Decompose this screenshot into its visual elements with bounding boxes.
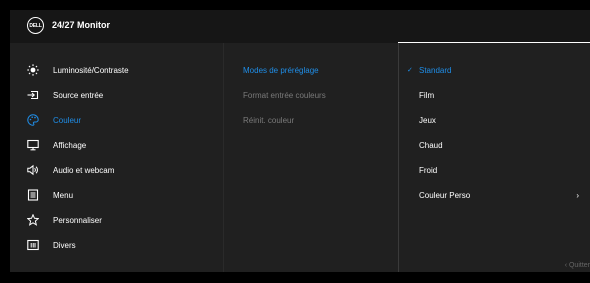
quit-label: Quitter — [568, 262, 590, 269]
brightness-icon — [26, 63, 40, 77]
main-menu: Luminosité/Contraste Source entrée Coule… — [10, 43, 223, 272]
menu-item-label: Luminosité/Contraste — [53, 65, 129, 75]
color-palette-icon — [26, 113, 40, 127]
option-warm[interactable]: Chaud — [419, 135, 443, 155]
menu-item-input-source[interactable]: Source entrée — [10, 85, 103, 105]
menu-item-label: Divers — [53, 240, 76, 250]
menu-item-label: Affichage — [53, 140, 87, 150]
menu-item-display[interactable]: Affichage — [10, 135, 86, 155]
option-standard[interactable]: ✓ Standard — [407, 60, 451, 80]
header: DELL 24/27 Monitor — [10, 10, 590, 43]
option-games[interactable]: Jeux — [419, 110, 436, 130]
option-cool[interactable]: Froid — [419, 160, 437, 180]
input-source-icon — [26, 88, 40, 102]
option-custom-color[interactable]: Couleur Perso › — [419, 185, 590, 205]
preset-options: ✓ Standard Film Jeux Chaud Froid Couleur… — [398, 43, 590, 272]
menu-item-personalize[interactable]: Personnaliser — [10, 210, 102, 230]
color-submenu: Modes de préréglage Format entrée couleu… — [223, 43, 399, 272]
menu-item-label: Source entrée — [53, 90, 104, 100]
option-label: Standard — [419, 65, 452, 75]
menu-item-brightness[interactable]: Luminosité/Contraste — [10, 60, 129, 80]
menu-item-label: Couleur — [53, 115, 82, 125]
speaker-icon — [26, 163, 40, 177]
submenu-reset-color[interactable]: Réinit. couleur — [243, 110, 294, 130]
option-label: Couleur Perso — [419, 190, 471, 200]
submenu-input-color-format[interactable]: Format entrée couleurs — [243, 85, 326, 105]
submenu-preset-modes[interactable]: Modes de préréglage — [243, 60, 319, 80]
menu-icon — [26, 188, 40, 202]
info-icon — [26, 238, 40, 252]
display-icon — [26, 138, 40, 152]
checkmark-icon: ✓ — [407, 67, 413, 74]
chevron-left-icon: ‹ — [564, 262, 568, 269]
osd-panel: DELL 24/27 Monitor Luminosité/Contraste … — [10, 10, 590, 272]
quit-hint[interactable]: ‹ Quitter — [565, 262, 590, 269]
menu-item-label: Personnaliser — [53, 215, 102, 225]
dell-logo: DELL — [27, 17, 44, 34]
menu-item-menu[interactable]: Menu — [10, 185, 73, 205]
option-film[interactable]: Film — [419, 85, 434, 105]
monitor-title: 24/27 Monitor — [52, 20, 111, 30]
menu-item-label: Audio et webcam — [53, 165, 115, 175]
menu-item-color[interactable]: Couleur — [10, 110, 81, 130]
star-icon — [26, 213, 40, 227]
osd-body: Luminosité/Contraste Source entrée Coule… — [10, 42, 590, 272]
menu-item-misc[interactable]: Divers — [10, 235, 76, 255]
menu-item-audio[interactable]: Audio et webcam — [10, 160, 114, 180]
menu-item-label: Menu — [53, 190, 74, 200]
chevron-right-icon: › — [576, 190, 579, 200]
